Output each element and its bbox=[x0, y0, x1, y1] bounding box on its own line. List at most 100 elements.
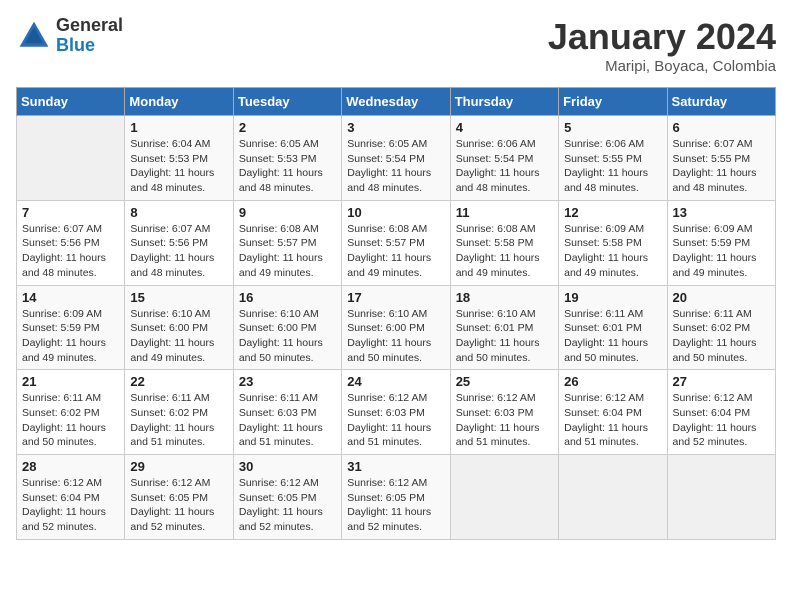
calendar-cell: 7Sunrise: 6:07 AM Sunset: 5:56 PM Daylig… bbox=[17, 200, 125, 285]
day-number: 15 bbox=[130, 290, 227, 305]
calendar-cell: 19 Sunrise: 6:11 AM Sunset: 6:01 PM Dayli… bbox=[559, 285, 667, 370]
day-detail: Sunrise: 6:11 AM Sunset: 6:02 PM Dayligh… bbox=[22, 391, 119, 450]
day-detail: Sunrise: 6:12 AM Sunset: 6:04 PM Dayligh… bbox=[564, 391, 661, 450]
logo-icon bbox=[16, 18, 52, 54]
logo-text: General Blue bbox=[56, 16, 123, 56]
day-number: 8 bbox=[130, 205, 227, 220]
calendar-week-3: 14 Sunrise: 6:09 AM Sunset: 5:59 PM Dayli… bbox=[17, 285, 776, 370]
day-detail: Sunrise: 6:08 AM Sunset: 5:58 PM Dayligh… bbox=[456, 222, 553, 281]
day-number: 10 bbox=[347, 205, 444, 220]
day-detail: Sunrise: 6:11 AM Sunset: 6:02 PM Dayligh… bbox=[673, 307, 770, 366]
day-number: 4 bbox=[456, 120, 553, 135]
day-detail: Sunrise: 6:11 AM Sunset: 6:02 PM Dayligh… bbox=[130, 391, 227, 450]
day-number: 9 bbox=[239, 205, 336, 220]
day-detail: Sunrise: 6:12 AM Sunset: 6:05 PM Dayligh… bbox=[347, 476, 444, 535]
day-detail: Sunrise: 6:06 AM Sunset: 5:54 PM Dayligh… bbox=[456, 137, 553, 196]
day-detail: Sunrise: 6:07 AM Sunset: 5:55 PM Dayligh… bbox=[673, 137, 770, 196]
calendar-cell: 14 Sunrise: 6:09 AM Sunset: 5:59 PM Dayli… bbox=[17, 285, 125, 370]
day-number: 11 bbox=[456, 205, 553, 220]
day-detail: Sunrise: 6:10 AM Sunset: 6:00 PM Dayligh… bbox=[347, 307, 444, 366]
day-number: 14 bbox=[22, 290, 119, 305]
calendar-cell: 28Sunrise: 6:12 AM Sunset: 6:04 PM Dayli… bbox=[17, 455, 125, 540]
calendar-cell: 4 Sunrise: 6:06 AM Sunset: 5:54 PM Daylig… bbox=[450, 116, 558, 201]
day-detail: Sunrise: 6:05 AM Sunset: 5:54 PM Dayligh… bbox=[347, 137, 444, 196]
day-detail: Sunrise: 6:12 AM Sunset: 6:05 PM Dayligh… bbox=[130, 476, 227, 535]
calendar-cell: 20Sunrise: 6:11 AM Sunset: 6:02 PM Dayli… bbox=[667, 285, 775, 370]
calendar-cell: 26 Sunrise: 6:12 AM Sunset: 6:04 PM Dayli… bbox=[559, 370, 667, 455]
weekday-header-wednesday: Wednesday bbox=[342, 88, 450, 116]
calendar-subtitle: Maripi, Boyaca, Colombia bbox=[548, 58, 776, 75]
calendar-cell: 29 Sunrise: 6:12 AM Sunset: 6:05 PM Dayli… bbox=[125, 455, 233, 540]
day-number: 18 bbox=[456, 290, 553, 305]
day-number: 19 bbox=[564, 290, 661, 305]
calendar-cell: 1 Sunrise: 6:04 AM Sunset: 5:53 PM Daylig… bbox=[125, 116, 233, 201]
calendar-cell: 2 Sunrise: 6:05 AM Sunset: 5:53 PM Daylig… bbox=[233, 116, 341, 201]
weekday-header-sunday: Sunday bbox=[17, 88, 125, 116]
calendar-cell: 13Sunrise: 6:09 AM Sunset: 5:59 PM Dayli… bbox=[667, 200, 775, 285]
day-detail: Sunrise: 6:12 AM Sunset: 6:04 PM Dayligh… bbox=[673, 391, 770, 450]
calendar-cell: 3 Sunrise: 6:05 AM Sunset: 5:54 PM Daylig… bbox=[342, 116, 450, 201]
calendar-cell bbox=[450, 455, 558, 540]
day-detail: Sunrise: 6:11 AM Sunset: 6:03 PM Dayligh… bbox=[239, 391, 336, 450]
calendar-cell: 25Sunrise: 6:12 AM Sunset: 6:03 PM Dayli… bbox=[450, 370, 558, 455]
weekday-header-monday: Monday bbox=[125, 88, 233, 116]
weekday-header-thursday: Thursday bbox=[450, 88, 558, 116]
day-number: 26 bbox=[564, 374, 661, 389]
day-detail: Sunrise: 6:07 AM Sunset: 5:56 PM Dayligh… bbox=[130, 222, 227, 281]
calendar-cell: 9Sunrise: 6:08 AM Sunset: 5:57 PM Daylig… bbox=[233, 200, 341, 285]
calendar-cell: 8 Sunrise: 6:07 AM Sunset: 5:56 PM Daylig… bbox=[125, 200, 233, 285]
day-detail: Sunrise: 6:08 AM Sunset: 5:57 PM Dayligh… bbox=[347, 222, 444, 281]
day-number: 29 bbox=[130, 459, 227, 474]
page-header: General Blue January 2024 Maripi, Boyaca… bbox=[16, 16, 776, 75]
day-detail: Sunrise: 6:12 AM Sunset: 6:05 PM Dayligh… bbox=[239, 476, 336, 535]
calendar-cell: 15 Sunrise: 6:10 AM Sunset: 6:00 PM Dayli… bbox=[125, 285, 233, 370]
day-detail: Sunrise: 6:05 AM Sunset: 5:53 PM Dayligh… bbox=[239, 137, 336, 196]
calendar-cell: 27 Sunrise: 6:12 AM Sunset: 6:04 PM Dayli… bbox=[667, 370, 775, 455]
calendar-cell: 24 Sunrise: 6:12 AM Sunset: 6:03 PM Dayli… bbox=[342, 370, 450, 455]
calendar-cell: 22 Sunrise: 6:11 AM Sunset: 6:02 PM Dayli… bbox=[125, 370, 233, 455]
day-number: 2 bbox=[239, 120, 336, 135]
day-number: 1 bbox=[130, 120, 227, 135]
day-number: 16 bbox=[239, 290, 336, 305]
calendar-week-2: 7Sunrise: 6:07 AM Sunset: 5:56 PM Daylig… bbox=[17, 200, 776, 285]
day-number: 24 bbox=[347, 374, 444, 389]
day-detail: Sunrise: 6:09 AM Sunset: 5:59 PM Dayligh… bbox=[22, 307, 119, 366]
day-detail: Sunrise: 6:06 AM Sunset: 5:55 PM Dayligh… bbox=[564, 137, 661, 196]
calendar-cell bbox=[17, 116, 125, 201]
calendar-week-1: 1 Sunrise: 6:04 AM Sunset: 5:53 PM Daylig… bbox=[17, 116, 776, 201]
calendar-cell: 12Sunrise: 6:09 AM Sunset: 5:58 PM Dayli… bbox=[559, 200, 667, 285]
day-number: 22 bbox=[130, 374, 227, 389]
calendar-cell: 23 Sunrise: 6:11 AM Sunset: 6:03 PM Dayli… bbox=[233, 370, 341, 455]
day-number: 17 bbox=[347, 290, 444, 305]
day-number: 23 bbox=[239, 374, 336, 389]
day-detail: Sunrise: 6:12 AM Sunset: 6:03 PM Dayligh… bbox=[347, 391, 444, 450]
weekday-header-row: SundayMondayTuesdayWednesdayThursdayFrid… bbox=[17, 88, 776, 116]
weekday-header-friday: Friday bbox=[559, 88, 667, 116]
day-number: 25 bbox=[456, 374, 553, 389]
calendar-cell: 11 Sunrise: 6:08 AM Sunset: 5:58 PM Dayli… bbox=[450, 200, 558, 285]
day-number: 27 bbox=[673, 374, 770, 389]
title-block: January 2024 Maripi, Boyaca, Colombia bbox=[548, 16, 776, 75]
day-detail: Sunrise: 6:09 AM Sunset: 5:59 PM Dayligh… bbox=[673, 222, 770, 281]
calendar-cell: 31 Sunrise: 6:12 AM Sunset: 6:05 PM Dayli… bbox=[342, 455, 450, 540]
calendar-cell: 18 Sunrise: 6:10 AM Sunset: 6:01 PM Dayli… bbox=[450, 285, 558, 370]
calendar-cell: 16Sunrise: 6:10 AM Sunset: 6:00 PM Dayli… bbox=[233, 285, 341, 370]
day-number: 6 bbox=[673, 120, 770, 135]
calendar-cell: 6 Sunrise: 6:07 AM Sunset: 5:55 PM Daylig… bbox=[667, 116, 775, 201]
day-number: 21 bbox=[22, 374, 119, 389]
calendar-week-4: 21 Sunrise: 6:11 AM Sunset: 6:02 PM Dayli… bbox=[17, 370, 776, 455]
day-detail: Sunrise: 6:11 AM Sunset: 6:01 PM Dayligh… bbox=[564, 307, 661, 366]
day-detail: Sunrise: 6:12 AM Sunset: 6:04 PM Dayligh… bbox=[22, 476, 119, 535]
calendar-cell bbox=[559, 455, 667, 540]
day-detail: Sunrise: 6:10 AM Sunset: 6:01 PM Dayligh… bbox=[456, 307, 553, 366]
day-detail: Sunrise: 6:10 AM Sunset: 6:00 PM Dayligh… bbox=[130, 307, 227, 366]
calendar-week-5: 28Sunrise: 6:12 AM Sunset: 6:04 PM Dayli… bbox=[17, 455, 776, 540]
day-number: 31 bbox=[347, 459, 444, 474]
calendar-cell bbox=[667, 455, 775, 540]
weekday-header-tuesday: Tuesday bbox=[233, 88, 341, 116]
calendar-cell: 21 Sunrise: 6:11 AM Sunset: 6:02 PM Dayli… bbox=[17, 370, 125, 455]
day-number: 12 bbox=[564, 205, 661, 220]
day-number: 3 bbox=[347, 120, 444, 135]
day-detail: Sunrise: 6:04 AM Sunset: 5:53 PM Dayligh… bbox=[130, 137, 227, 196]
calendar-cell: 17 Sunrise: 6:10 AM Sunset: 6:00 PM Dayli… bbox=[342, 285, 450, 370]
